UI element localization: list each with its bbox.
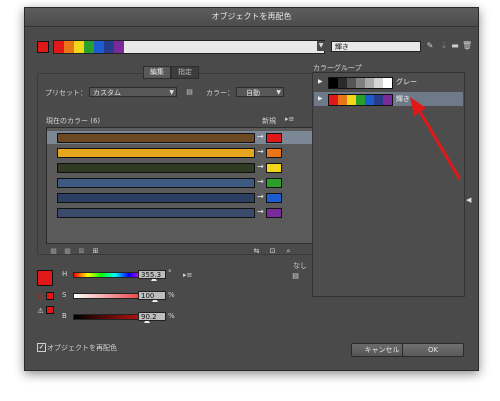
annotation-arrow [410,97,461,180]
annotation-arrow-head [410,97,426,116]
annotation-arrow-shaft [417,108,461,180]
